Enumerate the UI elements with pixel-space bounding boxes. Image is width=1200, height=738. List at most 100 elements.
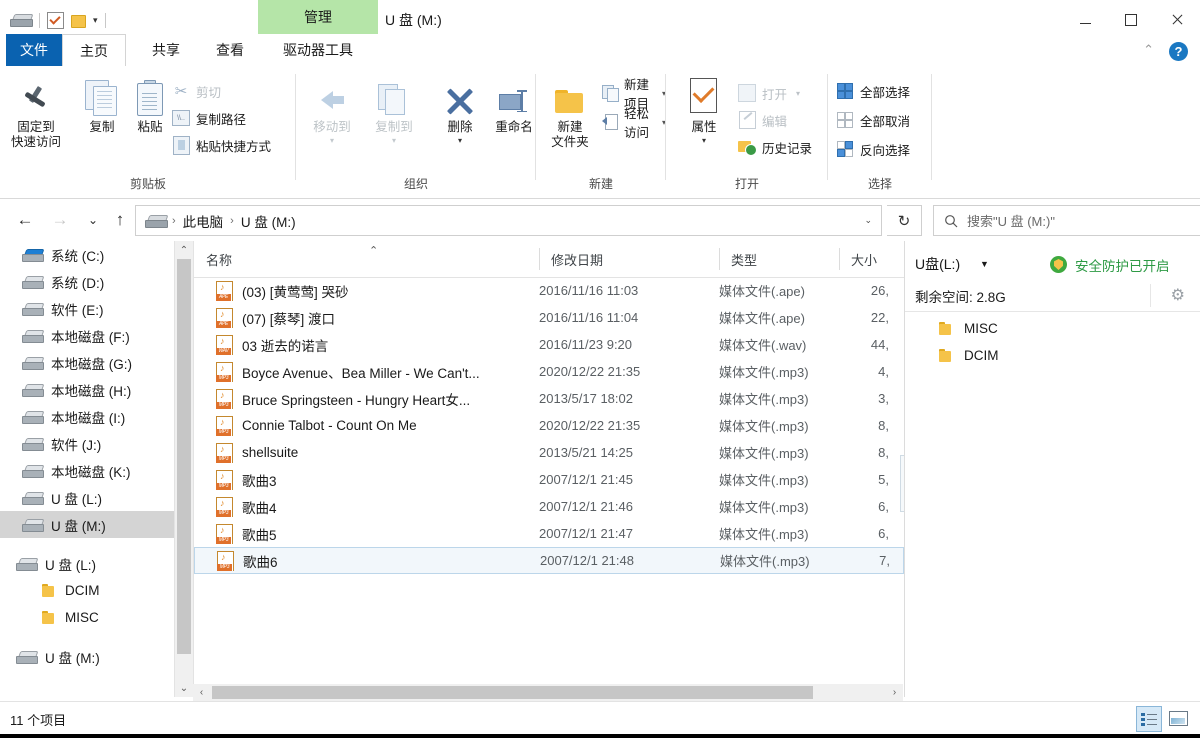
- usb-security-panel: U盘(L:) ▼ 安全防护已开启 剩余空间: 2.8G ⚙ MISC DCIM: [904, 241, 1200, 697]
- breadcrumb-this-pc[interactable]: 此电脑: [181, 211, 226, 231]
- table-row[interactable]: ♪ WAV 03 逝去的诺言 2016/11/23 9:20 媒体文件(.wav) 44,: [194, 331, 904, 358]
- scroll-left-icon[interactable]: ‹: [193, 684, 210, 701]
- open-button[interactable]: 打开 ▾: [738, 80, 800, 106]
- select-all-button[interactable]: 全部选择: [836, 78, 910, 104]
- gear-icon[interactable]: ⚙: [1171, 285, 1185, 305]
- table-row[interactable]: ♪ MP3 Boyce Avenue、Bea Miller - We Can't..…: [194, 358, 904, 385]
- usb-folder-label: MISC: [964, 321, 998, 336]
- chevron-down-icon[interactable]: ▾: [674, 133, 734, 148]
- new-folder-button[interactable]: 新建 文件夹: [540, 74, 600, 150]
- list-item[interactable]: MISC: [905, 315, 1200, 342]
- up-button[interactable]: ↑: [107, 207, 133, 233]
- easy-access-button[interactable]: 轻松访问 ▾: [602, 107, 666, 140]
- chevron-down-icon[interactable]: ▾: [302, 133, 362, 148]
- audio-file-icon: ♪ MP3: [217, 550, 234, 571]
- properties-checkbox-icon[interactable]: [47, 11, 64, 29]
- column-divider[interactable]: [719, 248, 720, 270]
- column-type[interactable]: 类型: [719, 241, 839, 277]
- sidebar-item-7[interactable]: 软件 (J:): [0, 430, 174, 457]
- chevron-up-icon[interactable]: ⌃: [1143, 42, 1154, 58]
- sidebar-item-8[interactable]: 本地磁盘 (K:): [0, 457, 174, 484]
- table-row[interactable]: ♪ MP3 歌曲5 2007/12/1 21:47 媒体文件(.mp3) 6,: [194, 520, 904, 547]
- invert-selection-button[interactable]: 反向选择: [836, 136, 910, 162]
- breadcrumb-usb-drive[interactable]: U 盘 (M:): [239, 211, 298, 231]
- thumbnail-view-icon[interactable]: [1166, 706, 1190, 730]
- sidebar-item-3[interactable]: 本地磁盘 (F:): [0, 322, 174, 349]
- help-icon[interactable]: ?: [1169, 42, 1188, 61]
- scroll-up-icon[interactable]: ⌃: [175, 241, 193, 259]
- sidebar-item-10[interactable]: U 盘 (M:): [0, 511, 174, 538]
- sidebar-item-0[interactable]: 系统 (C:): [0, 241, 174, 268]
- sidebar-item-14[interactable]: MISC: [0, 604, 174, 631]
- column-name[interactable]: 名称: [194, 241, 539, 277]
- horizontal-scrollbar[interactable]: ‹ ›: [193, 684, 903, 701]
- table-row[interactable]: ♪ APE (07) [蔡琴] 渡口 2016/11/16 11:04 媒体文件(.ap…: [194, 304, 904, 331]
- history-button[interactable]: 历史记录: [738, 134, 812, 160]
- table-row[interactable]: ♪ MP3 歌曲6 2007/12/1 21:48 媒体文件(.mp3) 7,: [194, 547, 904, 574]
- table-row[interactable]: ♪ MP3 Connie Talbot - Count On Me 2020/12/2…: [194, 412, 904, 439]
- pin-to-quick-access-button[interactable]: 固定到 快速访问: [6, 74, 66, 150]
- file-name-cell: ♪ MP3 Bruce Springsteen - Hungry Heart女...: [216, 388, 470, 409]
- table-row[interactable]: ♪ MP3 歌曲3 2007/12/1 21:45 媒体文件(.mp3) 5,: [194, 466, 904, 493]
- column-divider[interactable]: [539, 248, 540, 270]
- sidebar-item-5[interactable]: 本地磁盘 (H:): [0, 376, 174, 403]
- sidebar-scrollbar[interactable]: ⌃ ⌄: [174, 241, 193, 697]
- sidebar-item-9[interactable]: U 盘 (L:): [0, 484, 174, 511]
- delete-button[interactable]: 删除 ▾: [430, 74, 490, 148]
- scroll-right-icon[interactable]: ›: [886, 684, 903, 701]
- tab-share[interactable]: 共享: [136, 34, 196, 66]
- usb-drive-selector[interactable]: U盘(L:): [915, 254, 960, 274]
- tab-drive-tools[interactable]: 驱动器工具: [262, 34, 374, 66]
- details-view-icon[interactable]: [1136, 706, 1162, 732]
- copy-to-button[interactable]: 复制到 ▾: [364, 74, 424, 148]
- select-none-button[interactable]: 全部取消: [836, 107, 910, 133]
- cut-button[interactable]: ✂ 剪切: [172, 78, 221, 104]
- column-header-row: ⌃ 名称 修改日期 类型 大小: [194, 241, 904, 278]
- column-size[interactable]: 大小: [839, 241, 904, 277]
- table-row[interactable]: ♪ MP3 Bruce Springsteen - Hungry Heart女...…: [194, 385, 904, 412]
- list-item[interactable]: DCIM: [905, 342, 1200, 369]
- file-name-cell: ♪ MP3 Connie Talbot - Count On Me: [216, 415, 417, 436]
- tab-home[interactable]: 主页: [62, 34, 126, 67]
- sidebar-item-4[interactable]: 本地磁盘 (G:): [0, 349, 174, 376]
- file-size-cell: 4,: [878, 364, 889, 379]
- table-row[interactable]: ♪ APE (03) [黄莺莺] 哭砂 2016/11/16 11:03 媒体文件(.a…: [194, 277, 904, 304]
- chevron-down-icon[interactable]: ▾: [796, 89, 800, 98]
- copy-path-button[interactable]: \\.. 复制路径: [172, 105, 246, 131]
- sidebar-item-12[interactable]: U 盘 (L:): [0, 550, 174, 577]
- paste-icon: [120, 74, 180, 116]
- chevron-down-icon[interactable]: ▼: [980, 259, 989, 269]
- chevron-down-icon[interactable]: ▾: [430, 133, 490, 148]
- hscroll-thumb[interactable]: [212, 686, 813, 699]
- scroll-down-icon[interactable]: ⌄: [175, 679, 193, 697]
- chevron-down-icon[interactable]: ⌄: [864, 215, 872, 226]
- sidebar-item-2[interactable]: 软件 (E:): [0, 295, 174, 322]
- forward-button[interactable]: →: [47, 207, 73, 233]
- recent-locations-button[interactable]: ⌄: [80, 207, 106, 233]
- back-button[interactable]: ←: [12, 207, 38, 233]
- windows-drive-icon: [22, 248, 45, 262]
- column-date[interactable]: 修改日期: [539, 241, 719, 277]
- new-folder-icon[interactable]: [71, 14, 86, 28]
- ribbon-group-open: 属性 ▾ 打开 ▾ 编辑 历史记录 打开: [666, 66, 828, 198]
- refresh-button[interactable]: ↻: [887, 205, 922, 236]
- sidebar-item-6[interactable]: 本地磁盘 (I:): [0, 403, 174, 430]
- move-to-button[interactable]: 移动到 ▾: [302, 74, 362, 148]
- table-row[interactable]: ♪ MP3 shellsuite 2013/5/21 14:25 媒体文件(.mp3) 8…: [194, 439, 904, 466]
- chevron-down-icon[interactable]: ▾: [364, 133, 424, 148]
- sidebar-item-1[interactable]: 系统 (D:): [0, 268, 174, 295]
- sidebar-item-13[interactable]: DCIM: [0, 577, 174, 604]
- sidebar-scroll-thumb[interactable]: [177, 259, 191, 654]
- properties-button[interactable]: 属性 ▾: [674, 74, 734, 148]
- tab-file[interactable]: 文件: [6, 34, 62, 66]
- paste-button[interactable]: 粘贴: [120, 74, 180, 135]
- table-row[interactable]: ♪ MP3 歌曲4 2007/12/1 21:46 媒体文件(.mp3) 6,: [194, 493, 904, 520]
- paste-shortcut-button[interactable]: 粘贴快捷方式: [172, 132, 271, 158]
- column-divider[interactable]: [839, 248, 840, 270]
- chevron-down-icon[interactable]: ▾: [93, 15, 98, 25]
- address-bar[interactable]: › 此电脑 › U 盘 (M:) ⌄: [135, 205, 882, 236]
- sidebar-item-16[interactable]: U 盘 (M:): [0, 643, 174, 670]
- edit-button[interactable]: 编辑: [738, 107, 787, 133]
- tab-view[interactable]: 查看: [200, 34, 260, 66]
- search-box[interactable]: 搜索"U 盘 (M:)": [933, 205, 1200, 236]
